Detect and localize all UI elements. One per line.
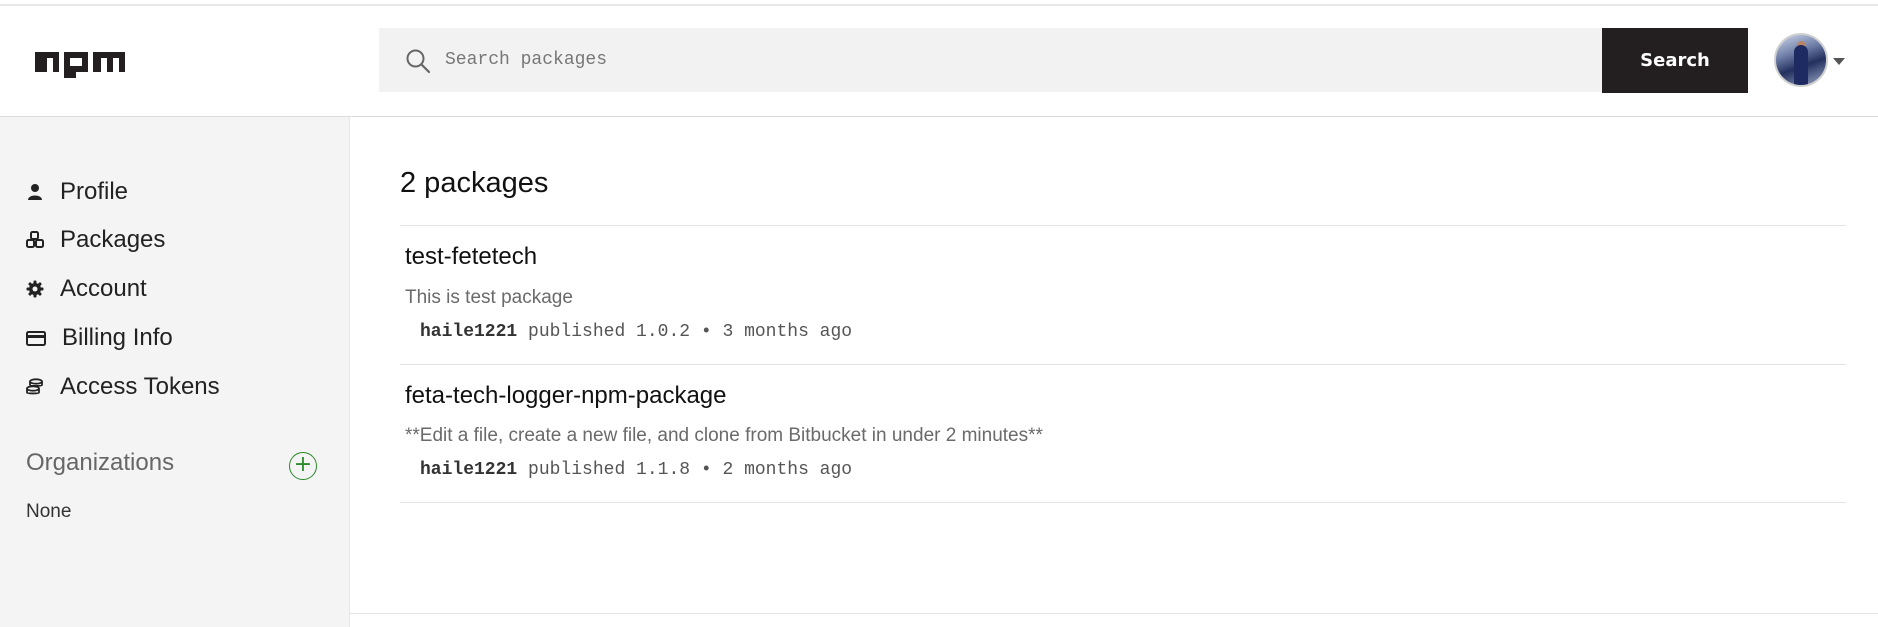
sidebar-item-label: Packages bbox=[60, 226, 166, 253]
sidebar-item-account[interactable]: Account bbox=[26, 269, 147, 309]
sidebar-item-label: Account bbox=[60, 275, 147, 302]
sidebar-item-label: Profile bbox=[60, 178, 129, 205]
gear-icon bbox=[26, 280, 44, 298]
user-icon bbox=[28, 184, 42, 200]
avatar[interactable] bbox=[1774, 33, 1828, 87]
package-description: This is test package bbox=[405, 287, 573, 308]
packages-icon bbox=[26, 231, 44, 248]
package-description: **Edit a file, create a new file, and cl… bbox=[405, 425, 1043, 446]
package-meta: haile1221 published 1.0.2 • 3 months ago bbox=[420, 322, 852, 342]
avatar-figure bbox=[1794, 45, 1808, 85]
search-icon bbox=[406, 49, 431, 74]
credit-card-icon bbox=[26, 331, 46, 346]
search-input[interactable] bbox=[445, 28, 1575, 92]
organizations-empty-text: None bbox=[26, 501, 72, 522]
sidebar: Profile Packages Account Billing Info Ac… bbox=[0, 117, 350, 627]
npm-logo[interactable] bbox=[35, 48, 125, 82]
site-header: Search bbox=[0, 6, 1878, 117]
organizations-heading: Organizations bbox=[26, 449, 175, 476]
page-title: 2 packages bbox=[400, 167, 549, 199]
sidebar-item-label: Billing Info bbox=[62, 324, 173, 351]
package-name-link[interactable]: test-fetetech bbox=[405, 243, 537, 271]
package-name-link[interactable]: feta-tech-logger-npm-package bbox=[405, 382, 727, 410]
published-text: published 1.0.2 • 3 months ago bbox=[528, 322, 853, 342]
sidebar-item-packages[interactable]: Packages bbox=[26, 220, 165, 260]
main-content: 2 packages test-fetetech This is test pa… bbox=[350, 117, 1878, 627]
plus-circle-icon[interactable]: + bbox=[289, 452, 317, 480]
sidebar-item-access-tokens[interactable]: Access Tokens bbox=[26, 367, 220, 407]
search-button[interactable]: Search bbox=[1602, 28, 1748, 93]
published-text: published 1.1.8 • 2 months ago bbox=[528, 460, 853, 480]
sidebar-item-billing-info[interactable]: Billing Info bbox=[26, 318, 173, 358]
author-link[interactable]: haile1221 bbox=[420, 322, 517, 342]
sidebar-item-profile[interactable]: Profile bbox=[26, 172, 128, 212]
search-bar bbox=[379, 28, 1605, 92]
package-meta: haile1221 published 1.1.8 • 2 months ago bbox=[420, 460, 852, 480]
sidebar-item-label: Access Tokens bbox=[60, 373, 220, 400]
divider bbox=[400, 225, 1846, 226]
divider bbox=[400, 502, 1846, 503]
footer-divider bbox=[350, 613, 1878, 614]
divider bbox=[400, 364, 1846, 365]
author-link[interactable]: haile1221 bbox=[420, 460, 517, 480]
chevron-down-icon[interactable] bbox=[1833, 58, 1845, 65]
coins-icon bbox=[26, 378, 43, 395]
